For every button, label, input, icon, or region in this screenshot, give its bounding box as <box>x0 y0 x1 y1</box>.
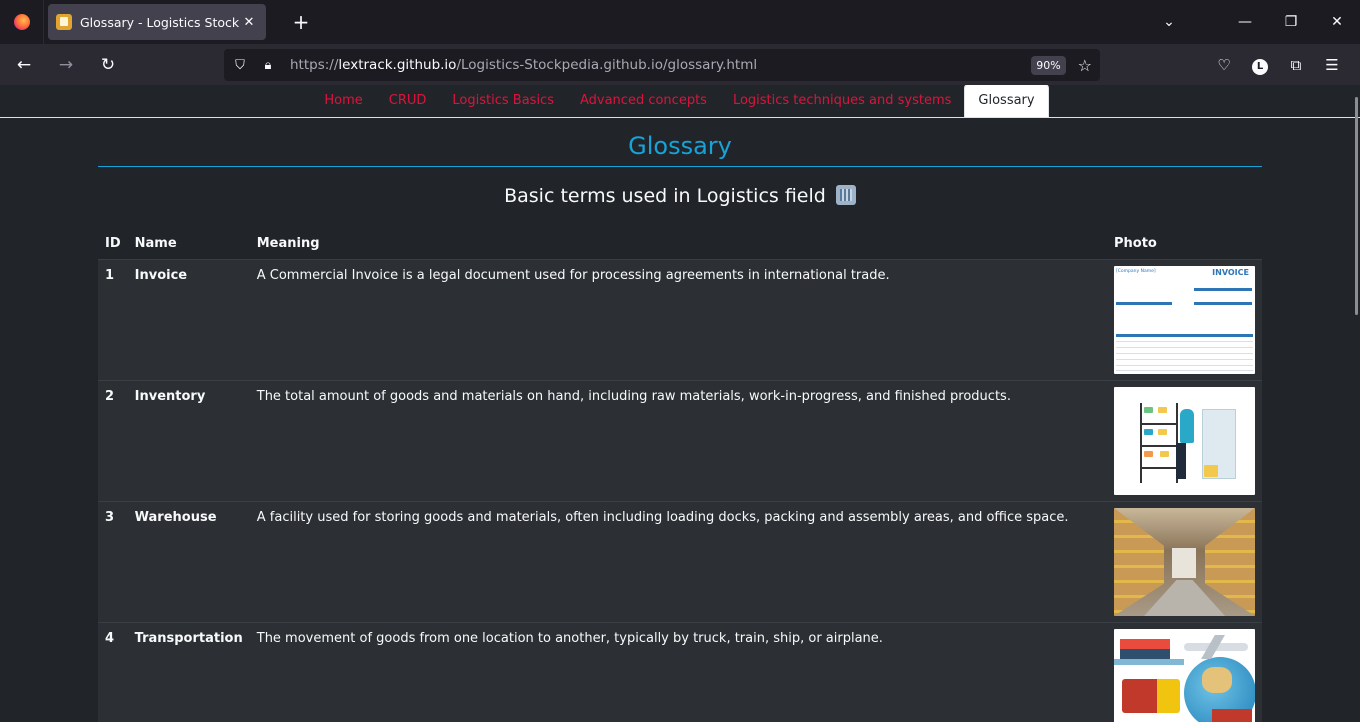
row-name: Warehouse <box>127 501 250 623</box>
back-button[interactable]: ← <box>6 49 42 81</box>
page-subtitle: Basic terms used in Logistics field <box>98 185 1262 215</box>
row-id: 3 <box>98 501 128 623</box>
row-name: Inventory <box>127 380 250 502</box>
page-scrollbar[interactable] <box>1355 97 1358 315</box>
avatar-letter: L <box>1252 58 1268 75</box>
new-tab-button[interactable]: + <box>286 7 316 37</box>
table-row: 4 Transportation The movement of goods f… <box>98 622 1262 722</box>
header-name: Name <box>127 228 250 260</box>
glossary-table: ID Name Meaning Photo 1 Invoice A Commer… <box>98 228 1262 722</box>
header-id: ID <box>98 228 128 260</box>
lock-icon[interactable]: 🔒︎ <box>256 58 280 73</box>
row-meaning: The total amount of goods and materials … <box>249 380 1107 502</box>
extensions-puzzle-icon[interactable]: ⧉ <box>1278 56 1314 74</box>
table-row: 1 Invoice A Commercial Invoice is a lega… <box>98 259 1262 381</box>
nav-tab-home[interactable]: Home <box>311 85 375 117</box>
row-meaning: A Commercial Invoice is a legal document… <box>249 259 1107 381</box>
table-header-row: ID Name Meaning Photo <box>98 228 1262 260</box>
account-avatar[interactable]: L <box>1242 55 1278 75</box>
page-title: Glossary <box>98 118 1262 167</box>
pocket-icon[interactable]: ♡ <box>1206 56 1242 74</box>
nav-tab-logistics-techniques[interactable]: Logistics techniques and systems <box>720 85 964 117</box>
header-meaning: Meaning <box>249 228 1107 260</box>
invoice-image: [Company Name] INVOICE <box>1114 266 1255 374</box>
site-favicon-icon <box>56 14 72 30</box>
row-meaning: The movement of goods from one location … <box>249 622 1107 722</box>
row-meaning: A facility used for storing goods and ma… <box>249 501 1107 623</box>
row-name: Transportation <box>127 622 250 722</box>
row-id: 1 <box>98 259 128 381</box>
warehouse-image <box>1114 508 1255 616</box>
close-tab-icon[interactable]: ✕ <box>240 15 258 30</box>
url-host: lextrack.github.io <box>338 57 457 73</box>
table-row: 3 Warehouse A facility used for storing … <box>98 501 1262 623</box>
restore-window-icon[interactable]: ❐ <box>1268 14 1314 30</box>
row-id: 2 <box>98 380 128 502</box>
address-bar[interactable]: ⛉ 🔒︎ https://lextrack.github.io/Logistic… <box>224 49 1100 81</box>
row-photo <box>1107 622 1262 722</box>
forward-button[interactable]: → <box>48 49 84 81</box>
subtitle-text: Basic terms used in Logistics field <box>504 185 826 207</box>
row-photo <box>1107 380 1262 502</box>
row-name: Invoice <box>127 259 250 381</box>
nav-tab-advanced-concepts[interactable]: Advanced concepts <box>567 85 720 117</box>
url-text[interactable]: https://lextrack.github.io/Logistics-Sto… <box>290 57 1031 73</box>
web-page: Home CRUD Logistics Basics Advanced conc… <box>0 85 1360 722</box>
bookmark-star-icon[interactable]: ☆ <box>1078 56 1092 75</box>
office-building-icon <box>835 185 856 205</box>
table-row: 2 Inventory The total amount of goods an… <box>98 380 1262 502</box>
close-window-icon[interactable]: ✕ <box>1314 14 1360 30</box>
url-path: /Logistics-Stockpedia.github.io/glossary… <box>456 57 758 73</box>
hamburger-menu-icon[interactable]: ☰ <box>1314 56 1350 74</box>
firefox-menu-icon[interactable] <box>0 0 44 44</box>
nav-tab-glossary[interactable]: Glossary <box>964 85 1049 117</box>
invoice-heading-text: INVOICE <box>1212 268 1249 277</box>
invoice-company-text: [Company Name] <box>1116 269 1156 274</box>
list-tabs-chevron-icon[interactable]: ⌄ <box>1146 14 1192 30</box>
transportation-image <box>1114 629 1255 722</box>
minimize-window-icon[interactable]: — <box>1222 14 1268 30</box>
reload-button[interactable]: ↻ <box>90 49 126 81</box>
row-id: 4 <box>98 622 128 722</box>
nav-tab-logistics-basics[interactable]: Logistics Basics <box>439 85 567 117</box>
zoom-level-badge[interactable]: 90% <box>1031 55 1066 75</box>
tab-title: Glossary - Logistics Stockpedia <box>80 14 240 30</box>
main-content: Glossary Basic terms used in Logistics f… <box>98 118 1262 722</box>
nav-tab-crud[interactable]: CRUD <box>376 85 440 117</box>
browser-tab-bar: Glossary - Logistics Stockpedia ✕ + ⌄ — … <box>0 0 1360 44</box>
header-photo: Photo <box>1107 228 1262 260</box>
browser-toolbar: ← → ↻ ⛉ 🔒︎ https://lextrack.github.io/Lo… <box>0 44 1360 85</box>
row-photo: [Company Name] INVOICE <box>1107 259 1262 381</box>
row-photo <box>1107 501 1262 623</box>
inventory-image <box>1114 387 1255 495</box>
site-navigation-tabs: Home CRUD Logistics Basics Advanced conc… <box>0 85 1360 118</box>
tracking-protection-shield-icon[interactable]: ⛉ <box>228 58 252 73</box>
url-prefix: https:// <box>290 57 339 73</box>
browser-tab[interactable]: Glossary - Logistics Stockpedia ✕ <box>48 4 266 40</box>
